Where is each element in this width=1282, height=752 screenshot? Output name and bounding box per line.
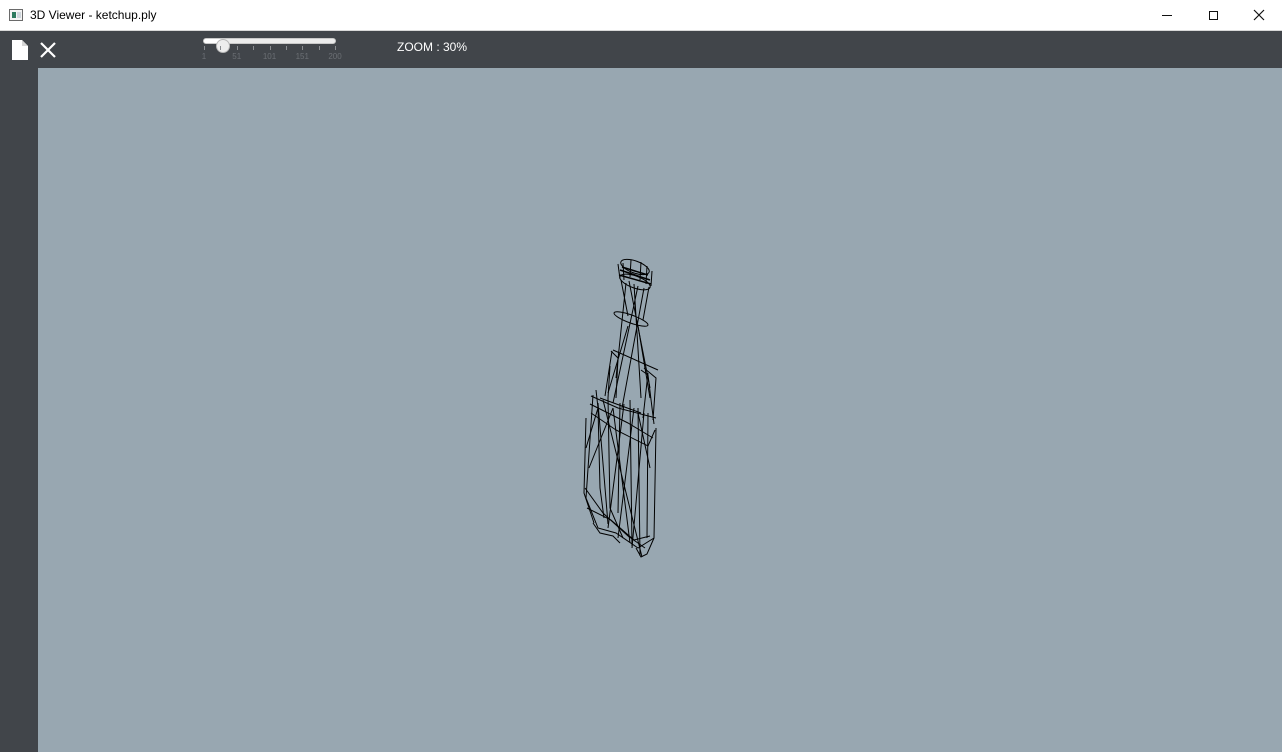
zoom-slider-tick <box>204 46 205 50</box>
file-icon <box>12 40 28 60</box>
window-titlebar: 3D Viewer - ketchup.ply <box>0 0 1282 31</box>
toolbar: 1 51 101 151 200 ZOOM : 30% <box>0 31 1282 68</box>
3d-viewport[interactable] <box>38 68 1282 752</box>
zoom-slider-tick <box>285 46 287 50</box>
close-x-icon <box>40 42 56 58</box>
zoom-slider-tick <box>335 46 336 50</box>
minimize-button[interactable] <box>1144 0 1190 30</box>
zoom-slider-ticks: 1 51 101 151 200 <box>198 46 348 66</box>
zoom-slider-tick-label: 200 <box>328 52 342 61</box>
zoom-label: ZOOM : 30% <box>397 40 468 54</box>
open-file-button[interactable] <box>9 38 31 62</box>
zoom-slider-tick <box>269 46 271 50</box>
wireframe-model[interactable] <box>38 68 1282 752</box>
zoom-slider-tick-label: 51 <box>232 52 242 61</box>
minimize-icon <box>1162 14 1172 16</box>
zoom-slider-tick <box>220 46 222 50</box>
maximize-icon <box>1208 10 1218 20</box>
left-panel <box>0 68 38 752</box>
zoom-slider-tick <box>253 46 255 50</box>
zoom-slider-tick-label: 1 <box>201 52 207 61</box>
window-title: 3D Viewer - ketchup.ply <box>30 8 157 22</box>
app-window-icon <box>9 9 23 21</box>
close-file-button[interactable] <box>37 38 59 62</box>
close-icon <box>1253 9 1265 21</box>
zoom-slider-track[interactable] <box>203 38 336 53</box>
zoom-slider-tick-label: 101 <box>262 52 277 61</box>
zoom-slider-tick <box>236 46 238 50</box>
zoom-slider-tick <box>302 46 304 50</box>
maximize-button[interactable] <box>1190 0 1236 30</box>
window-close-button[interactable] <box>1236 0 1282 30</box>
zoom-slider-tick <box>318 46 320 50</box>
zoom-slider[interactable]: 1 51 101 151 200 <box>198 32 348 66</box>
zoom-slider-tick-label: 151 <box>295 52 309 61</box>
